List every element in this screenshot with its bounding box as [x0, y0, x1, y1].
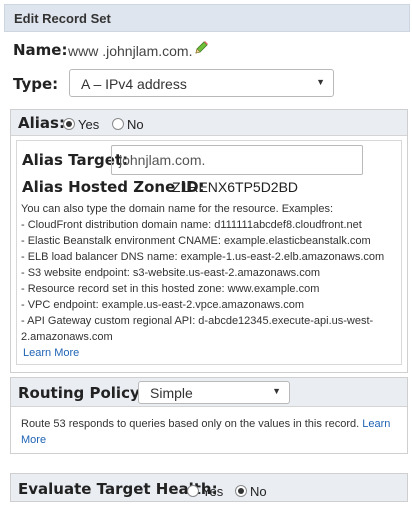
alias-no-radio[interactable] [112, 118, 124, 130]
alias-examples-intro: You can also type the domain name for th… [21, 203, 334, 215]
name-label: Name: [13, 41, 68, 59]
health-no-radio[interactable] [235, 485, 247, 497]
alias-details: Alias Target: johnjlam.com. Alias Hosted… [16, 140, 402, 365]
routing-description-text: Route 53 responds to queries based only … [21, 418, 360, 430]
type-select[interactable]: A – IPv4 address ▼ [69, 69, 334, 97]
routing-policy-value: Simple [150, 385, 193, 401]
chevron-down-icon: ▼ [272, 386, 281, 396]
name-value: www .johnjlam.com. [68, 43, 193, 59]
routing-description: Route 53 responds to queries based only … [21, 418, 390, 430]
routing-policy-label: Routing Policy: [18, 384, 146, 402]
health-no-label: No [250, 484, 267, 499]
alias-example-item: - S3 website endpoint: s3-website.us-eas… [21, 267, 320, 279]
health-panel: Evaluate Target Health: Yes No [10, 473, 408, 502]
alias-no-label: No [127, 117, 144, 132]
alias-example-item: - VPC endpoint: example.us-east-2.vpce.a… [21, 299, 305, 311]
alias-learn-more-link[interactable]: Learn More [23, 347, 79, 359]
pencil-icon[interactable] [193, 40, 209, 56]
alias-label: Alias: [18, 114, 65, 132]
alias-target-value: johnjlam.com. [119, 152, 206, 168]
type-label: Type: [13, 75, 59, 93]
health-yes-radio[interactable] [187, 485, 199, 497]
alias-no-option[interactable]: No [112, 116, 144, 134]
dialog-title: Edit Record Set [14, 11, 111, 26]
routing-policy-select[interactable]: Simple ▼ [138, 381, 290, 404]
alias-panel-header: Alias: Yes No [11, 110, 407, 136]
routing-learn-more-link-cont[interactable]: More [21, 434, 46, 446]
alias-yes-option[interactable]: Yes [63, 116, 99, 134]
alias-zone-value: Z1RENX6TP5D2BD [172, 179, 299, 195]
health-yes-label: Yes [202, 484, 224, 499]
health-yes-option[interactable]: Yes [187, 483, 223, 501]
health-no-option[interactable]: No [235, 483, 267, 501]
alias-example-item: - CloudFront distribution domain name: d… [21, 219, 362, 231]
alias-yes-label: Yes [78, 117, 100, 132]
routing-learn-more-link[interactable]: Learn [362, 418, 390, 430]
alias-yes-radio[interactable] [63, 118, 75, 130]
alias-example-item: 2.amazonaws.com [21, 331, 113, 343]
alias-target-input[interactable]: johnjlam.com. [111, 145, 363, 175]
type-select-value: A – IPv4 address [81, 76, 187, 92]
chevron-down-icon: ▼ [316, 77, 325, 87]
alias-example-item: - Resource record set in this hosted zon… [21, 283, 320, 295]
alias-example-item: - API Gateway custom regional API: d-abc… [21, 315, 374, 327]
alias-example-item: - Elastic Beanstalk environment CNAME: e… [21, 235, 371, 247]
dialog-header: Edit Record Set [4, 4, 410, 32]
alias-example-item: - ELB load balancer DNS name: example-1.… [21, 251, 385, 263]
